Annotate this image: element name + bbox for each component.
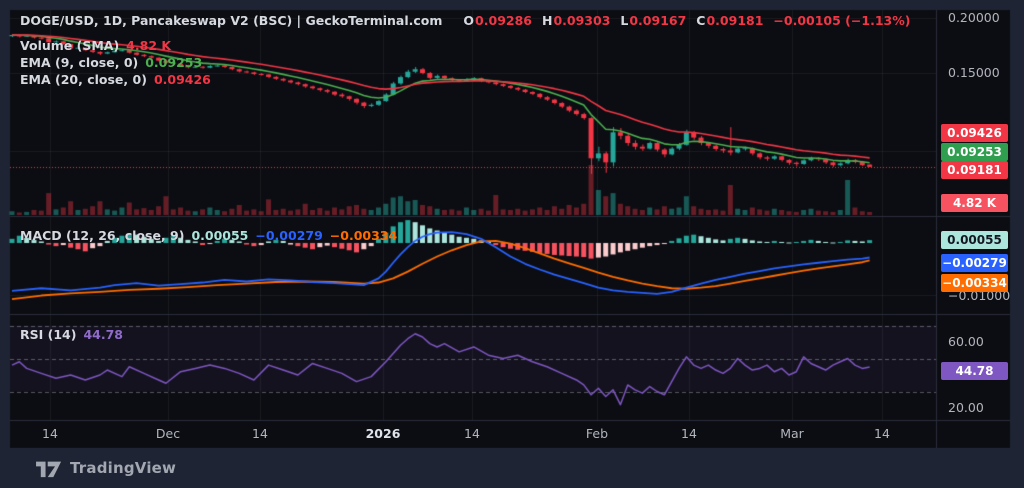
ema9-legend-value: 0.09253: [145, 55, 203, 70]
ohlc-open-value: 0.09286: [475, 13, 532, 28]
tradingview-logo-link[interactable]: TradingView: [36, 459, 176, 478]
ema9-price-badge: 0.09253: [941, 143, 1008, 161]
volume-legend-label: Volume (SMA): [20, 38, 120, 53]
tradingview-brand-text: TradingView: [70, 459, 177, 477]
ema20-legend-label: EMA (20, close, 0): [20, 72, 147, 87]
macd-legend-label: MACD (12, 26, close, 9): [20, 228, 185, 243]
ohlc-high-value: 0.09303: [553, 13, 611, 28]
time-axis-label: Dec: [155, 426, 181, 441]
ohlc-open-label: O: [463, 13, 475, 28]
macd-signal-badge: −0.00334: [941, 274, 1008, 292]
time-axis-label: Mar: [780, 426, 804, 441]
symbol-title: DOGE/USD, 1D, Pancakeswap V2 (BSC) | Gec…: [20, 13, 443, 28]
macd-line-badge: −0.00279: [941, 254, 1008, 272]
macd-hist-value: 0.00055: [191, 228, 249, 243]
macd-signal-value: −0.00334: [329, 228, 398, 243]
time-axis-label: 2026: [365, 426, 401, 441]
tradingview-logo-icon: [36, 461, 62, 477]
ohlc-values: O 0.09286 H 0.09303 L 0.09167 C 0.09181 −0.0…: [463, 13, 910, 29]
macd-legend-row[interactable]: MACD (12, 26, close, 9) 0.00055 −0.00279…: [20, 228, 397, 244]
rsi-legend-label: RSI (14): [20, 327, 77, 342]
volume-legend-value: 4.82 K: [126, 38, 172, 53]
ohlc-change-value: −0.00105 (−1.13%): [773, 13, 911, 28]
ema20-legend-row[interactable]: EMA (20, close, 0) 0.09426: [20, 72, 211, 88]
time-axis-label: Feb: [585, 426, 609, 441]
ema9-legend-row[interactable]: EMA (9, close, 0) 0.09253: [20, 55, 202, 71]
macd-line-value: −0.00279: [255, 228, 323, 243]
rsi-legend-value: 44.78: [83, 327, 123, 342]
ema20-price-badge: 0.09426: [941, 124, 1008, 142]
ema20-legend-value: 0.09426: [153, 72, 211, 87]
volume-badge: 4.82 K: [941, 194, 1008, 212]
axis-tick-label: 60.00: [948, 334, 984, 349]
last-price-badge: 0.09181: [941, 161, 1008, 179]
ohlc-close-value: 0.09181: [706, 13, 764, 28]
time-axis-label: 14: [681, 426, 697, 441]
time-axis-label: 14: [464, 426, 480, 441]
rsi-badge: 44.78: [941, 362, 1008, 380]
rsi-legend-row[interactable]: RSI (14) 44.78: [20, 327, 123, 343]
ohlc-low-value: 0.09167: [629, 13, 687, 28]
footer-bar: TradingView: [0, 448, 1024, 488]
symbol-legend-row[interactable]: DOGE/USD, 1D, Pancakeswap V2 (BSC) | Gec…: [20, 13, 910, 29]
axis-tick-label: 0.20000: [948, 10, 1000, 25]
ohlc-low-label: L: [620, 13, 629, 28]
chart-page: DOGE/USD, 1D, Pancakeswap V2 (BSC) | Gec…: [0, 0, 1024, 488]
time-axis-label: 14: [874, 426, 890, 441]
time-axis-label: 14: [252, 426, 268, 441]
time-axis-label: 14: [42, 426, 58, 441]
axis-tick-label: 0.15000: [948, 65, 1000, 80]
axis-tick-label: 20.00: [948, 400, 984, 415]
ohlc-high-label: H: [541, 13, 553, 28]
macd-hist-badge: 0.00055: [941, 231, 1008, 249]
ema9-legend-label: EMA (9, close, 0): [20, 55, 139, 70]
ohlc-close-label: C: [696, 13, 706, 28]
volume-legend-row[interactable]: Volume (SMA) 4.82 K: [20, 38, 171, 54]
